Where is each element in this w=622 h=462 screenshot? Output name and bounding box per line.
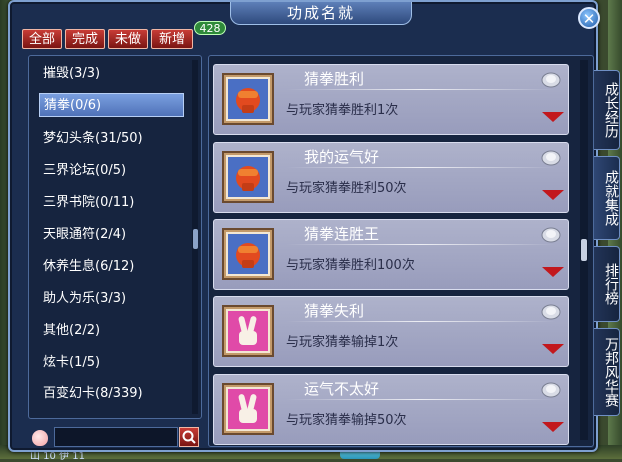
- expand-arrow-icon[interactable]: [542, 267, 564, 277]
- category-list: 摧毁(3/3) 猜拳(0/6) 梦幻头条(31/50) 三界论坛(0/5) 三界…: [28, 55, 202, 419]
- achievement-desc: 与玩家猜拳胜利100次: [286, 258, 415, 273]
- achievement-title: 猜拳失利: [304, 302, 365, 320]
- category-item[interactable]: 梦幻头条(31/50): [39, 127, 184, 151]
- title-divider: [286, 89, 556, 90]
- filter-done-button[interactable]: 完成: [65, 29, 105, 49]
- filter-undone-button[interactable]: 未做: [108, 29, 148, 49]
- achievement-desc: 与玩家猜拳胜利50次: [286, 181, 407, 196]
- achievement-icon-frame: [222, 151, 274, 203]
- tab-growth[interactable]: 成长经历: [594, 70, 620, 150]
- medal-icon: [541, 72, 561, 88]
- window-title: 功成名就: [230, 2, 412, 25]
- achievement-card[interactable]: 我的运气好 与玩家猜拳胜利50次: [213, 142, 569, 213]
- achievement-desc: 与玩家猜拳输掉1次: [286, 335, 399, 350]
- search-icon: [182, 430, 196, 444]
- search-input[interactable]: [54, 427, 178, 447]
- scissors-hand-icon: [228, 389, 268, 429]
- title-divider: [286, 167, 556, 168]
- medal-icon: [541, 382, 561, 398]
- fist-icon: [228, 234, 268, 274]
- category-item[interactable]: 其他(2/2): [39, 319, 184, 343]
- achievement-card[interactable]: 猜拳胜利 与玩家猜拳胜利1次: [213, 64, 569, 135]
- category-item[interactable]: 助人为乐(3/3): [39, 287, 184, 311]
- expand-arrow-icon[interactable]: [542, 422, 564, 432]
- bottom-hud-text: 山 10 伊 11: [30, 451, 85, 462]
- achievement-icon-frame: [222, 73, 274, 125]
- category-item[interactable]: 天眼通符(2/4): [39, 223, 184, 247]
- expand-arrow-icon[interactable]: [542, 190, 564, 200]
- achievement-scroll-thumb[interactable]: [581, 239, 587, 261]
- title-divider: [286, 244, 556, 245]
- expand-arrow-icon[interactable]: [542, 344, 564, 354]
- achievement-desc: 与玩家猜拳输掉50次: [286, 413, 407, 428]
- tab-leaderboard[interactable]: 排行榜: [594, 246, 620, 322]
- title-divider: [286, 399, 556, 400]
- category-item[interactable]: 百变幻卡(8/339): [39, 382, 184, 406]
- achievement-title: 猜拳连胜王: [304, 225, 380, 243]
- category-scroll-thumb[interactable]: [193, 229, 198, 249]
- title-divider: [286, 321, 556, 322]
- scissors-hand-icon: [228, 311, 268, 351]
- category-item[interactable]: 摧毁(3/3): [39, 62, 184, 86]
- achievement-icon-frame: [222, 383, 274, 435]
- close-button[interactable]: ✕: [578, 7, 600, 29]
- category-item[interactable]: 三界书院(0/11): [39, 191, 184, 215]
- tab-achievement-collection[interactable]: 成就集成: [594, 156, 620, 240]
- filter-all-button[interactable]: 全部: [22, 29, 62, 49]
- peach-icon: [32, 430, 48, 446]
- filter-new-button[interactable]: 新增: [151, 29, 193, 49]
- fist-icon: [228, 157, 268, 197]
- achievement-card[interactable]: 猜拳失利 与玩家猜拳输掉1次: [213, 296, 569, 367]
- medal-icon: [541, 227, 561, 243]
- achievement-title: 运气不太好: [304, 380, 380, 398]
- category-item[interactable]: 休养生息(6/12): [39, 255, 184, 279]
- expand-arrow-icon[interactable]: [542, 112, 564, 122]
- tab-competition[interactable]: 万邦风华赛: [594, 328, 620, 416]
- category-item-selected[interactable]: 猜拳(0/6): [39, 93, 184, 117]
- fist-icon: [228, 79, 268, 119]
- medal-icon: [541, 304, 561, 320]
- search-button[interactable]: [179, 427, 199, 447]
- achievement-icon-frame: [222, 228, 274, 280]
- category-item[interactable]: 三界论坛(0/5): [39, 159, 184, 183]
- achievement-window: 功成名就 ✕ 全部 完成 未做 新增 428 摧毁(3/3) 猜拳(0/6) 梦…: [8, 0, 600, 452]
- category-item[interactable]: 炫卡(1/5): [39, 351, 184, 375]
- achievement-card[interactable]: 猜拳连胜王 与玩家猜拳胜利100次: [213, 219, 569, 290]
- achievement-desc: 与玩家猜拳胜利1次: [286, 103, 399, 118]
- achievement-card[interactable]: 运气不太好 与玩家猜拳输掉50次: [213, 374, 569, 445]
- medal-icon: [541, 150, 561, 166]
- new-count-badge: 428: [194, 21, 226, 35]
- achievement-title: 我的运气好: [304, 148, 380, 166]
- achievement-icon-frame: [222, 305, 274, 357]
- achievement-list: 猜拳胜利 与玩家猜拳胜利1次 我的运气好 与玩家猜拳胜利50次 猜拳连胜王 与玩…: [208, 55, 594, 447]
- achievement-title: 猜拳胜利: [304, 70, 365, 88]
